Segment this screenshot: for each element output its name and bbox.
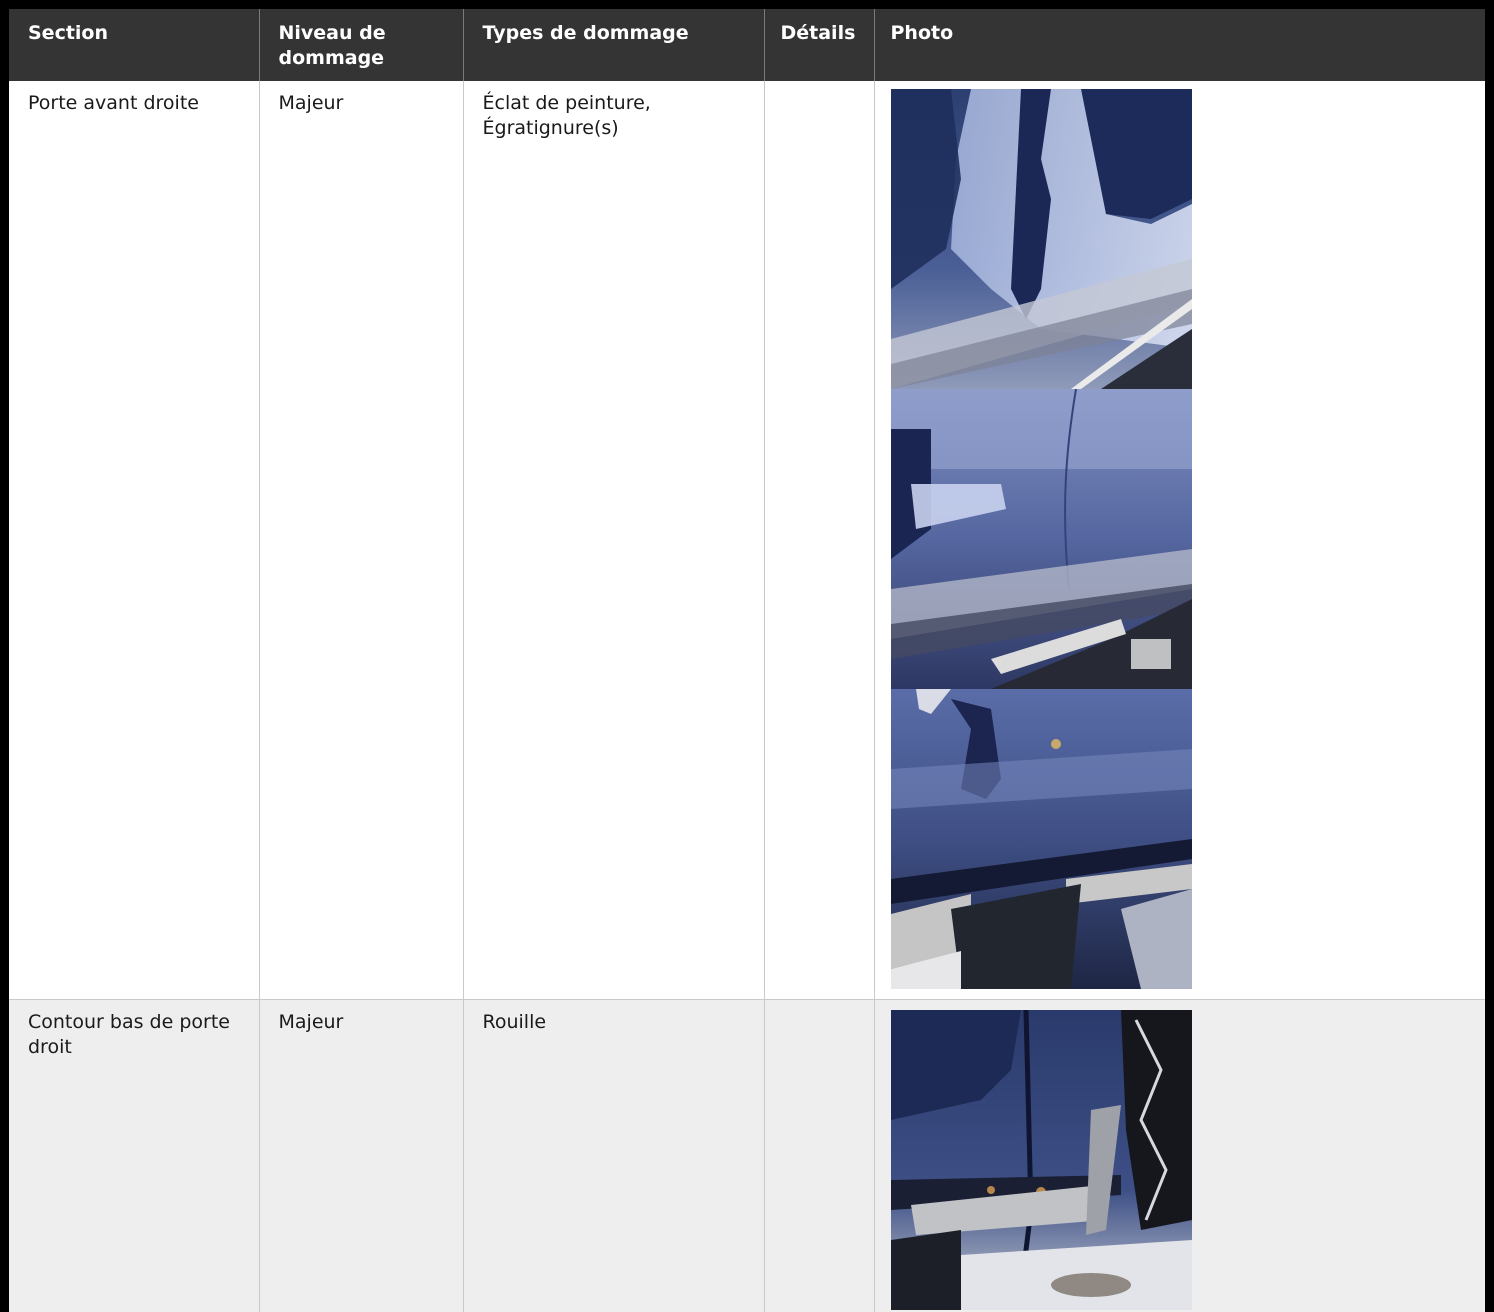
cell-details: [764, 81, 875, 1000]
table-row: Porte avant droite Majeur Éclat de peint…: [9, 81, 1485, 1000]
cell-photos: [874, 81, 1485, 1000]
damage-table-header: Section Niveau de dommage Types de domma…: [9, 9, 1485, 81]
damage-photo[interactable]: [890, 689, 1192, 989]
header-level: Niveau de dommage: [259, 9, 464, 81]
cell-section: Porte avant droite: [9, 81, 260, 1000]
cell-section: Contour bas de porte droit: [9, 999, 260, 1312]
cell-types: Éclat de peinture, Égratignure(s): [463, 81, 765, 1000]
table-row: Contour bas de porte droit Majeur Rouill…: [9, 999, 1485, 1312]
header-row: Section Niveau de dommage Types de domma…: [9, 9, 1485, 81]
cell-level: Majeur: [259, 999, 464, 1312]
report-frame: Section Niveau de dommage Types de domma…: [0, 0, 1494, 1312]
damage-photo[interactable]: [890, 1009, 1192, 1310]
header-photo: Photo: [874, 9, 1485, 81]
cell-photos: [874, 999, 1485, 1312]
header-section: Section: [9, 9, 260, 81]
cell-details: [764, 999, 875, 1312]
header-types: Types de dommage: [463, 9, 765, 81]
header-details: Détails: [764, 9, 875, 81]
cell-types: Rouille: [463, 999, 765, 1312]
damage-photo[interactable]: [890, 89, 1192, 389]
damage-table: Section Niveau de dommage Types de domma…: [9, 9, 1485, 1312]
damage-photo[interactable]: [890, 389, 1192, 689]
cell-level: Majeur: [259, 81, 464, 1000]
